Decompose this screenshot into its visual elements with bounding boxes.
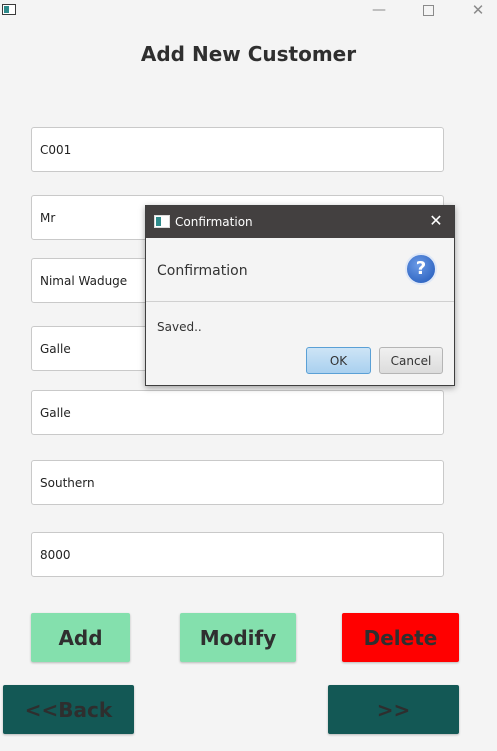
back-button[interactable]: <<Back [3, 685, 134, 734]
close-icon[interactable]: ✕ [455, 0, 497, 22]
minimize-icon[interactable]: — [356, 0, 402, 22]
app-icon [2, 4, 16, 15]
add-button[interactable]: Add [31, 613, 130, 662]
dialog-header-text: Confirmation [157, 263, 248, 279]
customer-id-field[interactable] [31, 127, 444, 172]
question-icon: ? [405, 253, 437, 285]
customer-province-field[interactable] [31, 460, 444, 505]
ok-button[interactable]: OK [306, 347, 371, 374]
dialog-window-title: Confirmation [175, 215, 253, 229]
delete-button[interactable]: Delete [342, 613, 459, 662]
dialog-header: Confirmation ? [146, 238, 454, 302]
customer-city-field[interactable] [31, 390, 444, 435]
window-titlebar: — ✕ [0, 0, 497, 22]
maximize-icon[interactable] [405, 0, 451, 22]
dialog-titlebar: Confirmation ✕ [146, 206, 454, 238]
confirmation-dialog: Confirmation ✕ Confirmation ? Saved.. OK… [145, 205, 455, 386]
modify-button[interactable]: Modify [180, 613, 296, 662]
app-icon [154, 215, 170, 228]
cancel-button[interactable]: Cancel [379, 347, 443, 374]
page-title: Add New Customer [140, 42, 357, 66]
dialog-message: Saved.. [157, 320, 202, 334]
close-icon[interactable]: ✕ [426, 211, 446, 231]
customer-postal-code-field[interactable] [31, 532, 444, 577]
next-button[interactable]: >> [328, 685, 459, 734]
